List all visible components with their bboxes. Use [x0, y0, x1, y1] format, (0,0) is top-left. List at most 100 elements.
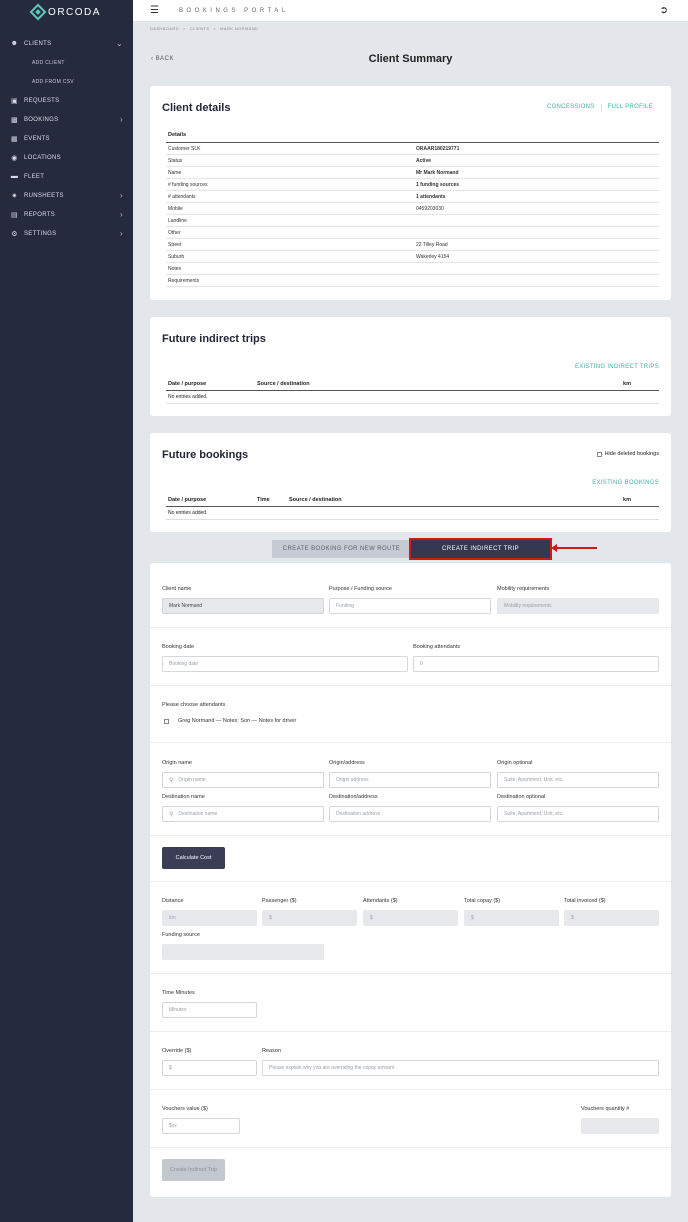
table-row: # attendants 1 attendants	[166, 190, 659, 203]
table-header: Details	[166, 128, 659, 143]
sidebar-item-requests[interactable]: ▣ REQUESTS	[0, 91, 133, 110]
copay-field[interactable]: $	[464, 910, 559, 926]
booking-date-label: Booking date	[162, 644, 195, 650]
breadcrumb-clients[interactable]: CLIENTS	[190, 26, 210, 31]
reason-field[interactable]: Please explain why you are overriding th…	[262, 1060, 659, 1076]
time-minutes-field[interactable]: Minutes	[162, 1002, 257, 1018]
map-pin-icon: ⚲	[169, 811, 174, 818]
override-field[interactable]: $	[162, 1060, 257, 1076]
sidebar-item-label: SETTINGS	[24, 230, 57, 237]
distance-field[interactable]: km	[162, 910, 257, 926]
divider	[150, 973, 671, 974]
brand-name: ORCODA	[48, 6, 101, 18]
passenger-field[interactable]: $	[262, 910, 357, 926]
sidebar-item-bookings[interactable]: ▩ BOOKINGS ›	[0, 110, 133, 129]
logo[interactable]: ORCODA	[0, 0, 133, 24]
row-value: Active	[414, 154, 659, 167]
future-bookings-title: Future bookings	[162, 449, 249, 461]
table-row: Street 22 Tilley Road	[166, 238, 659, 251]
row-label: Other	[166, 226, 414, 239]
sidebar-item-label: EVENTS	[24, 135, 50, 142]
client-details-table: Details Customer SLK ORAAR180219771 Statu…	[166, 128, 659, 287]
sidebar-nav: ☻ CLIENTS ⌄ ADD CLIENT ADD FROM CSV ▣ RE…	[0, 34, 133, 243]
attendants-field[interactable]: 0	[413, 656, 659, 672]
concessions-link[interactable]: CONCESSIONS	[547, 104, 595, 112]
row-label: # attendants	[166, 190, 414, 203]
sidebar-item-locations[interactable]: ◉ LOCATIONS	[0, 148, 133, 167]
origin-optional-field[interactable]: Suite, Apartment, Unit, etc.	[497, 772, 659, 788]
client-details-card: Client details CONCESSIONS FULL PROFILE …	[150, 86, 671, 300]
table-row: Name Mr Mark Normand	[166, 166, 659, 179]
existing-indirect-trips-link[interactable]: EXISTING INDIRECT TRIPS	[575, 364, 659, 370]
origin-name-label: Origin name	[162, 760, 192, 766]
distance-label: Distance	[162, 898, 184, 904]
sidebar-item-label: CLIENTS	[24, 40, 52, 47]
chevron-down-icon: ⌄	[115, 39, 123, 48]
sidebar-item-clients[interactable]: ☻ CLIENTS ⌄	[0, 34, 133, 53]
client-name-field[interactable]: Mark Normand	[162, 598, 324, 614]
column-header: km	[619, 494, 659, 507]
row-label: Landline	[166, 214, 414, 227]
purpose-field[interactable]: Funding	[329, 598, 491, 614]
sidebar-item-add-from-csv[interactable]: ADD FROM CSV	[0, 72, 133, 91]
attendants-cost-field[interactable]: $	[363, 910, 458, 926]
sidebar-item-fleet[interactable]: ▬ FLEET	[0, 167, 133, 186]
column-header: Time	[255, 494, 287, 507]
vouchers-quantity-field[interactable]	[581, 1118, 659, 1134]
attendant-checkbox[interactable]	[164, 719, 169, 724]
sidebar-item-reports[interactable]: ▤ REPORTS ›	[0, 205, 133, 224]
invoiced-field[interactable]: $	[564, 910, 659, 926]
breadcrumb-current: MARK NORMAND	[220, 26, 259, 31]
hide-deleted-toggle[interactable]: Hide deleted bookings	[596, 451, 659, 457]
create-indirect-trip-button[interactable]: Create Indirect Trip	[162, 1159, 225, 1181]
sidebar-item-label: BOOKINGS	[24, 116, 59, 123]
empty-message: No entries added.	[166, 390, 659, 404]
divider	[150, 742, 671, 743]
calculate-cost-button[interactable]: Calculate Cost	[162, 847, 225, 869]
client-details-title: Client details	[162, 102, 231, 114]
origin-address-field[interactable]: Origin address	[329, 772, 491, 788]
mobility-field[interactable]: Mobility requirements	[497, 598, 659, 614]
destination-name-label: Destination name	[162, 794, 205, 800]
topbar: ☰ BOOKINGS PORTAL ➲	[133, 0, 688, 22]
copay-label: Total copay ($)	[464, 898, 501, 904]
divider	[150, 627, 671, 628]
sidebar-item-settings[interactable]: ⚙ SETTINGS ›	[0, 224, 133, 243]
runner-icon: ✷	[11, 192, 18, 200]
origin-address-label: Origin/address	[329, 760, 365, 766]
existing-bookings-link[interactable]: EXISTING BOOKINGS	[592, 480, 659, 486]
divider	[150, 1147, 671, 1148]
full-profile-link[interactable]: FULL PROFILE	[608, 104, 653, 112]
sidebar-item-runsheets[interactable]: ✷ RUNSHEETS ›	[0, 186, 133, 205]
row-value: Mr Mark Normand	[414, 166, 659, 179]
funding-source-field[interactable]	[162, 944, 324, 960]
destination-address-field[interactable]: Destination address	[329, 806, 491, 822]
sidebar-item-add-client[interactable]: ADD CLIENT	[0, 53, 133, 72]
attendants-cost-label: Attendants ($)	[363, 898, 398, 904]
logout-icon[interactable]: ➲	[660, 5, 668, 16]
table-row: Requirements	[166, 274, 659, 287]
breadcrumb-dashboard[interactable]: DASHBOARD	[150, 26, 179, 31]
hamburger-menu-icon[interactable]: ☰	[150, 5, 159, 16]
vouchers-value-field[interactable]: $xx	[162, 1118, 240, 1134]
row-label: Suburb	[166, 250, 414, 263]
destination-optional-label: Destination optional	[497, 794, 546, 800]
portal-title: BOOKINGS PORTAL	[178, 7, 289, 14]
future-indirect-trips-title: Future indirect trips	[162, 333, 266, 345]
origin-name-field[interactable]: ⚲ Origin name	[162, 772, 324, 788]
booking-date-field[interactable]: Booking date	[162, 656, 408, 672]
table-row: Landline	[166, 214, 659, 227]
table-row: Notes	[166, 262, 659, 275]
table-row: Status Active	[166, 154, 659, 167]
destination-name-field[interactable]: ⚲ Destination name	[162, 806, 324, 822]
tab-create-indirect-trip[interactable]: CREATE INDIRECT TRIP	[409, 538, 552, 560]
client-name-label: Client name	[162, 586, 192, 592]
row-label: Street	[166, 238, 414, 251]
sidebar-item-events[interactable]: ▦ EVENTS	[0, 129, 133, 148]
destination-address-label: Destination/address	[329, 794, 378, 800]
tab-create-booking-new-route[interactable]: CREATE BOOKING FOR NEW ROUTE	[272, 540, 411, 558]
row-value: 1 attendants	[414, 190, 659, 203]
checkbox-icon[interactable]	[596, 451, 602, 457]
row-value	[414, 226, 659, 239]
destination-optional-field[interactable]: Suite, Apartment, Unit, etc.	[497, 806, 659, 822]
